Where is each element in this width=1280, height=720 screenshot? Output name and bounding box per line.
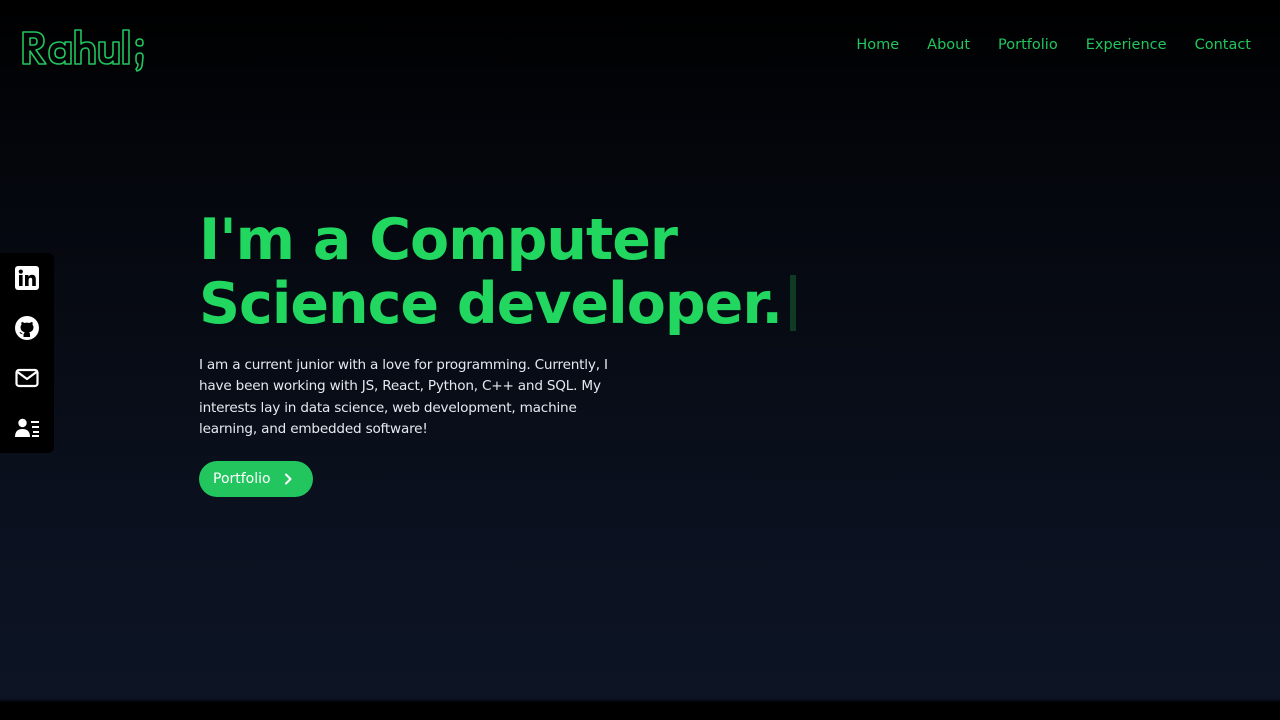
headline-line-1: I'm a Computer (199, 207, 678, 273)
resume-icon[interactable] (14, 415, 40, 441)
mail-icon[interactable] (14, 365, 40, 391)
nav-contact-link[interactable]: Contact (1195, 36, 1251, 54)
nav-experience-link[interactable]: Experience (1086, 36, 1167, 54)
headline-line-2: Science developer. (199, 271, 783, 337)
nav-about-link[interactable]: About (927, 36, 970, 54)
hero-description: I am a current junior with a love for pr… (199, 357, 608, 437)
nav-portfolio-link[interactable]: Portfolio (998, 36, 1058, 54)
main-nav: Home About Portfolio Experience Contact (828, 36, 1251, 54)
hero-section: I'm a Computer Science developer. I am a… (199, 208, 839, 498)
logo[interactable] (20, 26, 166, 74)
github-icon[interactable] (14, 315, 40, 341)
typing-cursor (789, 275, 796, 331)
page: Home About Portfolio Experience Contact (0, 0, 1280, 720)
hero-headline: I'm a Computer Science developer. (199, 208, 839, 336)
logo-mark (22, 29, 144, 72)
portfolio-button[interactable]: Portfolio (199, 461, 313, 498)
headline-line-2-wrap: Science developer. (199, 272, 839, 336)
social-sidebar (0, 253, 54, 453)
portfolio-button-label: Portfolio (213, 471, 271, 488)
nav-home-link[interactable]: Home (856, 36, 899, 54)
linkedin-icon[interactable] (14, 265, 40, 291)
chevron-right-icon (284, 473, 292, 485)
